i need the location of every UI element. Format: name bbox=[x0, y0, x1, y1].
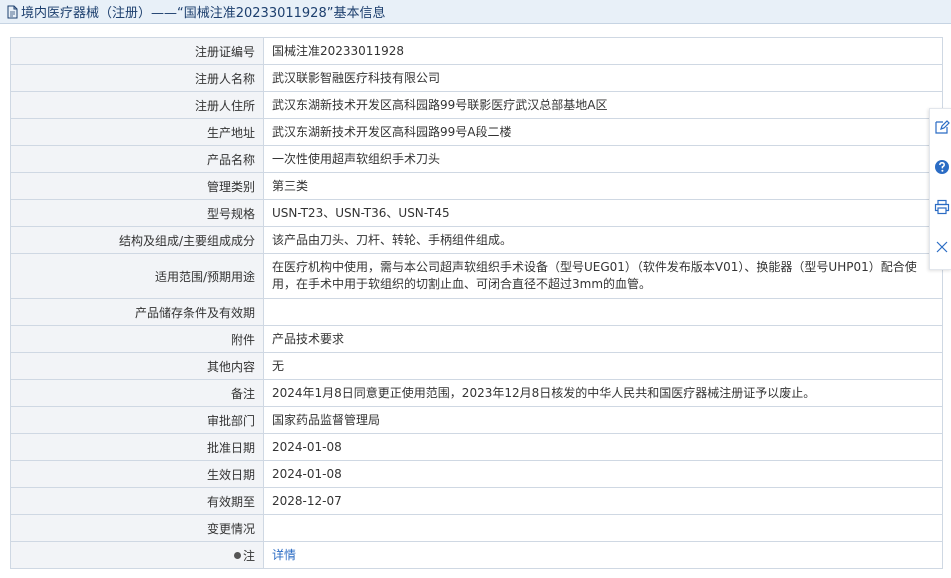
details-link[interactable]: 详情 bbox=[272, 548, 296, 562]
field-label: 批准日期 bbox=[10, 433, 264, 461]
bullet-icon bbox=[233, 551, 241, 559]
field-value: 2024年1月8日同意更正使用范围，2023年12月8日核发的中华人民共和国医疗… bbox=[263, 379, 943, 407]
table-row: 生产地址 武汉东湖新技术开发区高科园路99号A段二楼 bbox=[10, 118, 943, 146]
field-label: 管理类别 bbox=[10, 172, 264, 200]
table-row: 注册人住所 武汉东湖新技术开发区高科园路99号联影医疗武汉总部基地A区 bbox=[10, 91, 943, 119]
field-value bbox=[263, 298, 943, 326]
field-label: 审批部门 bbox=[10, 406, 264, 434]
field-label: 生效日期 bbox=[10, 460, 264, 488]
note-label: 注 bbox=[242, 548, 255, 563]
table-row: 备注 2024年1月8日同意更正使用范围，2023年12月8日核发的中华人民共和… bbox=[10, 379, 943, 407]
field-value: 国械注准20233011928 bbox=[263, 37, 943, 65]
field-label: 备注 bbox=[10, 379, 264, 407]
table-row: 产品储存条件及有效期 bbox=[10, 298, 943, 326]
field-label: 有效期至 bbox=[10, 487, 264, 515]
table-row: 产品名称 一次性使用超声软组织手术刀头 bbox=[10, 145, 943, 173]
field-value: 一次性使用超声软组织手术刀头 bbox=[263, 145, 943, 173]
note-label-cell: 注 bbox=[10, 541, 264, 569]
field-label: 适用范围/预期用途 bbox=[10, 253, 264, 299]
table-row: 结构及组成/主要组成成分 该产品由刀头、刀杆、转轮、手柄组件组成。 bbox=[10, 226, 943, 254]
field-label: 产品储存条件及有效期 bbox=[10, 298, 264, 326]
table-row: 变更情况 bbox=[10, 514, 943, 542]
field-value: 该产品由刀头、刀杆、转轮、手柄组件组成。 bbox=[263, 226, 943, 254]
field-value: 国家药品监督管理局 bbox=[263, 406, 943, 434]
field-label: 型号规格 bbox=[10, 199, 264, 227]
field-label: 变更情况 bbox=[10, 514, 264, 542]
field-label: 附件 bbox=[10, 325, 264, 353]
table-row: 其他内容 无 bbox=[10, 352, 943, 380]
note-value-cell: 详情 bbox=[263, 541, 943, 569]
field-label: 注册人名称 bbox=[10, 64, 264, 92]
help-icon[interactable] bbox=[934, 159, 950, 175]
page-title: 境内医疗器械（注册）——“国械注准20233011928”基本信息 bbox=[21, 6, 386, 21]
table-row: 注册人名称 武汉联影智融医疗科技有限公司 bbox=[10, 64, 943, 92]
field-label: 注册证编号 bbox=[10, 37, 264, 65]
field-value: 2024-01-08 bbox=[263, 433, 943, 461]
table-row: 生效日期 2024-01-08 bbox=[10, 460, 943, 488]
field-value bbox=[263, 514, 943, 542]
table-row: 管理类别 第三类 bbox=[10, 172, 943, 200]
table-row: 有效期至 2028-12-07 bbox=[10, 487, 943, 515]
field-value: 产品技术要求 bbox=[263, 325, 943, 353]
side-toolbar bbox=[929, 108, 951, 270]
table-row: 型号规格 USN-T23、USN-T36、USN-T45 bbox=[10, 199, 943, 227]
close-icon[interactable] bbox=[934, 239, 950, 255]
field-value: 武汉联影智融医疗科技有限公司 bbox=[263, 64, 943, 92]
page-header: 境内医疗器械（注册）——“国械注准20233011928”基本信息 bbox=[0, 0, 951, 24]
note-row: 注 详情 bbox=[10, 541, 943, 569]
field-value: 第三类 bbox=[263, 172, 943, 200]
field-label: 产品名称 bbox=[10, 145, 264, 173]
field-value: 2028-12-07 bbox=[263, 487, 943, 515]
field-value: 在医疗机构中使用，需与本公司超声软组织手术设备（型号UEG01）（软件发布版本V… bbox=[263, 253, 943, 299]
registration-info-table: 注册证编号 国械注准20233011928 注册人名称 武汉联影智融医疗科技有限… bbox=[10, 37, 943, 569]
field-value: USN-T23、USN-T36、USN-T45 bbox=[263, 199, 943, 227]
table-row: 注册证编号 国械注准20233011928 bbox=[10, 37, 943, 65]
field-value: 2024-01-08 bbox=[263, 460, 943, 488]
table-row: 审批部门 国家药品监督管理局 bbox=[10, 406, 943, 434]
field-value: 无 bbox=[263, 352, 943, 380]
table-row: 批准日期 2024-01-08 bbox=[10, 433, 943, 461]
document-icon bbox=[7, 5, 18, 18]
print-icon[interactable] bbox=[934, 199, 950, 215]
table-row: 附件 产品技术要求 bbox=[10, 325, 943, 353]
field-label: 生产地址 bbox=[10, 118, 264, 146]
field-value: 武汉东湖新技术开发区高科园路99号A段二楼 bbox=[263, 118, 943, 146]
edit-icon[interactable] bbox=[934, 119, 950, 135]
field-label: 结构及组成/主要组成成分 bbox=[10, 226, 264, 254]
field-label: 注册人住所 bbox=[10, 91, 264, 119]
table-row: 适用范围/预期用途 在医疗机构中使用，需与本公司超声软组织手术设备（型号UEG0… bbox=[10, 253, 943, 299]
field-value: 武汉东湖新技术开发区高科园路99号联影医疗武汉总部基地A区 bbox=[263, 91, 943, 119]
field-label: 其他内容 bbox=[10, 352, 264, 380]
